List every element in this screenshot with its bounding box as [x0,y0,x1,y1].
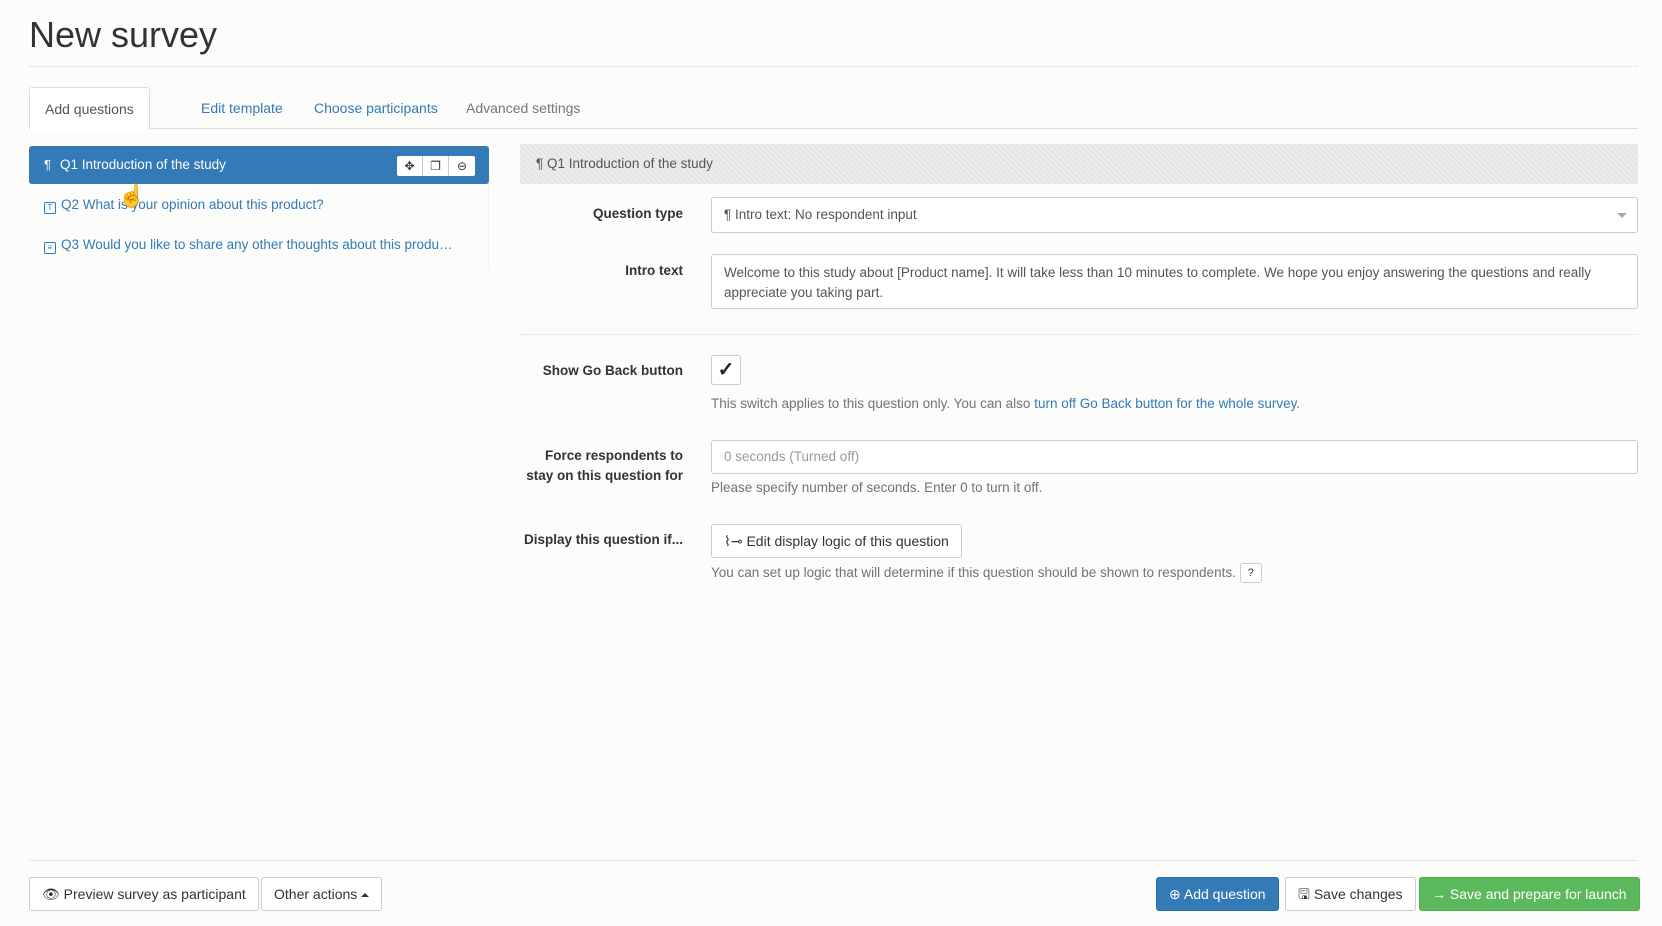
chevron-down-icon [1617,213,1627,218]
edit-display-logic-label: Edit display logic of this question [746,533,949,549]
footer-divider [29,860,1638,861]
question-type-value: Intro text: No respondent input [735,207,917,222]
force-seconds-input[interactable]: 0 seconds (Turned off) [711,440,1638,474]
question-item-q3[interactable]: ≡ Q3 Would you like to share any other th… [29,226,489,264]
add-question-label: Add question [1183,886,1266,902]
go-back-help-suffix: . [1296,396,1301,411]
tab-choose-participants[interactable]: Choose participants [299,87,453,129]
section-divider [520,334,1638,335]
force-help: Please specify number of seconds. Enter … [711,480,1043,495]
duplicate-icon[interactable]: ❐ [423,156,449,176]
paragraph-icon: ¶ [536,156,548,171]
question-panel-header: ¶ Q1 Introduction of the study [520,144,1638,184]
intro-text-textarea[interactable]: Welcome to this study about [Product nam… [711,254,1638,309]
save-icon: 🖫 [1298,886,1310,902]
force-stay-label: Force respondents to stay on this questi… [526,448,683,483]
question-item-q2[interactable]: T Q2 What is your opinion about this prod… [29,186,489,224]
preview-survey-button[interactable]: 👁 Preview survey as participant [29,877,259,911]
title-divider [29,66,1638,67]
tab-bar: Add questions Edit template Choose parti… [29,87,1638,130]
save-launch-button[interactable]: → Save and prepare for launch [1419,877,1640,911]
question-number: Q2 [61,197,80,212]
other-actions-label: Other actions [274,886,358,902]
save-launch-label: Save and prepare for launch [1449,886,1627,902]
tab-advanced-settings[interactable]: Advanced settings [451,87,595,129]
logic-icon: ⌇⊸ [724,533,743,549]
intro-text-label: Intro text [625,263,683,278]
paragraph-icon: ¶ [724,207,736,222]
display-logic-label: Display this question if... [523,532,683,547]
move-icon[interactable]: ✥ [397,156,423,176]
text-input-icon: T [44,202,56,214]
question-tools: ✥ ❐ ⊖ [397,156,475,176]
panel-header-text: Q1 Introduction of the study [547,156,713,171]
preview-survey-label: Preview survey as participant [63,886,246,902]
go-back-label: Show Go Back button [542,363,683,378]
question-type-label: Question type [592,206,683,221]
add-question-button[interactable]: ⊕ Add question [1156,877,1279,911]
question-text: Would you like to share any other though… [82,237,453,252]
turn-off-go-back-link[interactable]: turn off Go Back button for the whole su… [1034,396,1296,411]
save-changes-label: Save changes [1313,886,1403,902]
arrow-right-icon: → [1432,886,1446,902]
question-text: Introduction of the study [81,157,226,172]
remove-icon[interactable]: ⊖ [449,156,475,176]
question-type-select[interactable]: ¶ Intro text: No respondent input [711,197,1638,233]
save-changes-button[interactable]: 🖫 Save changes [1285,877,1416,911]
paragraph-icon: ¶ [44,157,51,172]
question-number: Q1 [60,157,79,172]
go-back-help: This switch applies to this question onl… [711,394,1300,414]
tab-edit-template[interactable]: Edit template [186,87,298,129]
other-actions-button[interactable]: Other actions [261,877,383,911]
question-item-q1[interactable]: ¶ Q1 Introduction of the study ✥ ❐ ⊖ [29,146,489,184]
display-logic-help-text: You can set up logic that will determine… [711,565,1236,580]
display-logic-help: You can set up logic that will determine… [711,563,1262,584]
question-list: ¶ Q1 Introduction of the study ✥ ❐ ⊖ T Q2 … [29,146,489,268]
question-number: Q3 [61,237,80,252]
plus-circle-icon: ⊕ [1169,886,1181,902]
tab-add-questions[interactable]: Add questions [29,87,150,130]
page-title: New survey [29,14,218,55]
help-icon[interactable]: ? [1239,563,1262,584]
hand-cursor-icon: ☝ [118,183,146,208]
textarea-icon: ≡ [44,242,56,254]
go-back-help-text: This switch applies to this question onl… [711,396,1035,411]
go-back-checkbox[interactable]: ✓ [711,355,741,385]
edit-display-logic-button[interactable]: ⌇⊸ Edit display logic of this question [711,524,962,558]
eye-icon: 👁 [42,886,60,902]
caret-up-icon [361,893,370,897]
